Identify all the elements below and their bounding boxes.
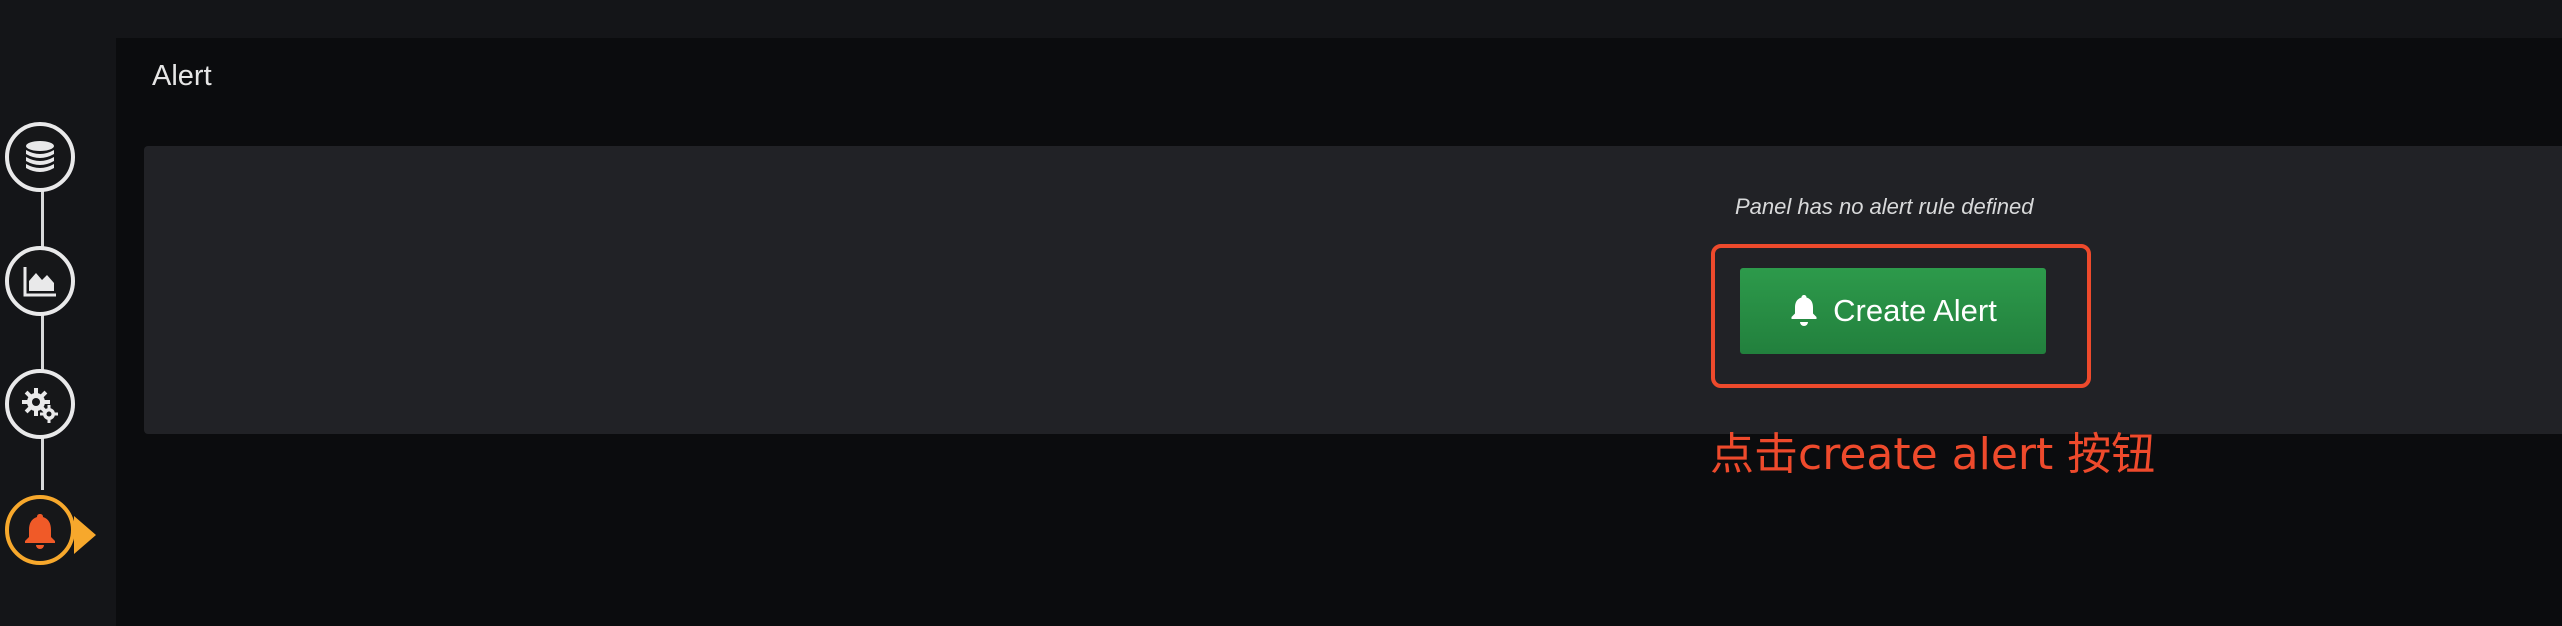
gear-icon [22, 388, 58, 423]
empty-alert-panel [144, 146, 2562, 434]
bell-icon [1791, 295, 1817, 326]
panel-editor: Alert Panel has no alert rule defined Cr… [0, 0, 2562, 626]
database-icon [26, 141, 54, 172]
step-visualization[interactable] [5, 246, 75, 316]
editor-sidebar [0, 0, 112, 626]
create-alert-label: Create Alert [1833, 293, 1997, 328]
bell-icon [25, 514, 55, 549]
step-alert[interactable] [5, 495, 75, 565]
empty-state-message: Panel has no alert rule defined [1735, 194, 2034, 219]
create-alert-button[interactable]: Create Alert [1740, 268, 2046, 354]
step-connector [41, 170, 44, 490]
alert-tab-content: Alert Panel has no alert rule defined Cr… [116, 38, 2562, 626]
page-title: Alert [152, 60, 212, 92]
step-general[interactable] [5, 369, 75, 439]
step-queries[interactable] [5, 122, 75, 192]
annotation-text: 点击create alert 按钮 [1710, 429, 2156, 480]
active-step-pointer [74, 516, 96, 554]
chart-area-icon [23, 267, 56, 297]
